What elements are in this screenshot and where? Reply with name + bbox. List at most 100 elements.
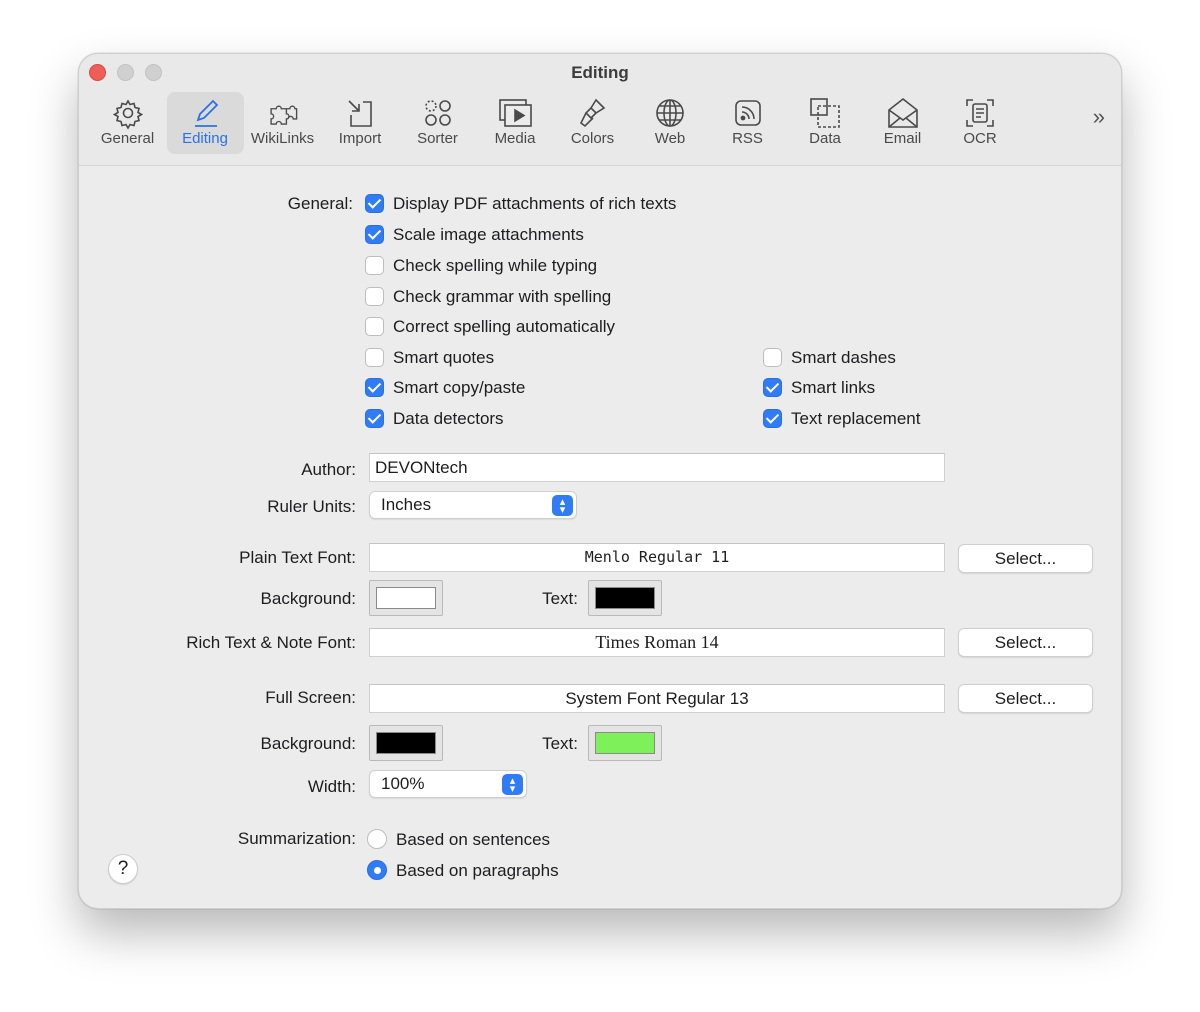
data-detectors-checkbox[interactable]: [365, 409, 384, 428]
smart-quotes-checkbox[interactable]: [365, 348, 384, 367]
tab-label: Colors: [570, 130, 615, 147]
scale-image-attachments-checkbox[interactable]: [365, 225, 384, 244]
text-replacement-checkbox[interactable]: [763, 409, 782, 428]
tab-wikilinks[interactable]: WikiLinks: [244, 92, 321, 154]
color-swatch: [376, 587, 436, 609]
plain-text-font-field: Menlo Regular 11: [369, 543, 945, 572]
checkbox-label: Smart dashes: [791, 348, 896, 367]
full-screen-background-label: Background:: [260, 734, 356, 753]
color-swatch: [595, 732, 655, 754]
width-value: 100%: [381, 774, 425, 793]
ruler-units-label: Ruler Units:: [267, 497, 356, 516]
tab-label: General: [100, 130, 155, 147]
rich-text-font-field: Times Roman 14: [369, 628, 945, 657]
full-screen-font-label: Full Screen:: [265, 688, 356, 707]
tab-label: WikiLinks: [250, 130, 315, 147]
check-grammar-checkbox[interactable]: [365, 287, 384, 306]
rich-text-font-select-button[interactable]: Select...: [958, 628, 1093, 657]
tab-label: Web: [654, 130, 686, 147]
based-on-paragraphs-radio[interactable]: [367, 860, 387, 880]
preferences-window: Editing General Editing WikiLinks Import…: [78, 53, 1122, 909]
checkbox-label: Check spelling while typing: [393, 256, 598, 275]
window-title: Editing: [571, 63, 629, 82]
toolbar-overflow-button[interactable]: »: [1093, 104, 1105, 130]
smart-copy-paste-checkbox[interactable]: [365, 378, 384, 397]
help-button[interactable]: ?: [108, 854, 138, 884]
full-screen-font-field: System Font Regular 13: [369, 684, 945, 713]
rich-text-font-label: Rich Text & Note Font:: [186, 633, 356, 652]
tab-sorter[interactable]: Sorter: [399, 92, 476, 154]
tab-media[interactable]: Media: [477, 92, 554, 154]
pen-icon: [195, 99, 219, 127]
width-popup[interactable]: 100% ▴ ▾: [369, 770, 527, 798]
checkbox-label: Scale image attachments: [393, 225, 584, 244]
tab-data[interactable]: Data: [787, 92, 864, 154]
chevron-updown-icon: ▴ ▾: [502, 774, 523, 795]
tab-label: Media: [494, 130, 536, 147]
puzzle-icon: [269, 105, 297, 125]
tab-web[interactable]: Web: [632, 92, 709, 154]
color-swatch: [376, 732, 436, 754]
plain-background-color-well[interactable]: [369, 580, 443, 616]
check-spelling-checkbox[interactable]: [365, 256, 384, 275]
summarization-label: Summarization:: [237, 829, 356, 848]
full-screen-text-color-well[interactable]: [588, 725, 662, 761]
width-label: Width:: [307, 777, 356, 796]
ruler-units-value: Inches: [381, 495, 432, 514]
plain-background-label: Background:: [260, 589, 356, 608]
brush-icon: [579, 98, 605, 128]
plain-text-color-label: Text:: [542, 589, 578, 608]
full-screen-background-color-well[interactable]: [369, 725, 443, 761]
envelope-icon: [887, 97, 918, 128]
smart-links-checkbox[interactable]: [763, 378, 782, 397]
gear-icon: [112, 99, 143, 130]
ocr-icon: [966, 99, 994, 127]
tab-label: Sorter: [417, 130, 458, 147]
tab-ocr[interactable]: OCR: [942, 92, 1019, 154]
checkbox-label: Text replacement: [791, 409, 921, 428]
full-screen-font-select-button[interactable]: Select...: [958, 684, 1093, 713]
tab-editing[interactable]: Editing: [166, 92, 244, 154]
checkbox-label: Smart quotes: [393, 348, 495, 367]
plain-text-font-label: Plain Text Font:: [239, 548, 356, 567]
checkbox-label: Data detectors: [393, 409, 504, 428]
checkbox-label: Display PDF attachments of rich texts: [393, 194, 677, 213]
radio-label: Based on paragraphs: [396, 861, 559, 880]
plain-text-font-select-button[interactable]: Select...: [958, 544, 1093, 573]
based-on-sentences-radio[interactable]: [367, 829, 387, 849]
tab-import[interactable]: Import: [322, 92, 399, 154]
sorter-icon: [424, 100, 451, 126]
tab-email[interactable]: Email: [864, 92, 941, 154]
preferences-toolbar: General Editing WikiLinks Import Sorter …: [89, 92, 1019, 156]
tab-label: Import: [338, 130, 382, 147]
tab-label: Email: [883, 130, 922, 147]
plain-text-color-well[interactable]: [588, 580, 662, 616]
checkbox-label: Check grammar with spelling: [393, 287, 612, 306]
chevron-updown-icon: ▴ ▾: [552, 495, 573, 516]
data-icon: [810, 98, 840, 128]
tab-colors[interactable]: Colors: [554, 92, 631, 154]
general-label: General:: [287, 194, 353, 213]
color-swatch: [595, 587, 655, 609]
smart-dashes-checkbox[interactable]: [763, 348, 782, 367]
media-icon: [499, 99, 532, 127]
titlebar: Editing General Editing WikiLinks Import…: [79, 54, 1121, 166]
author-field[interactable]: DEVONtech: [369, 453, 945, 482]
correct-spelling-checkbox[interactable]: [365, 317, 384, 336]
tab-label: Data: [809, 130, 841, 147]
checkbox-label: Smart copy/paste: [393, 378, 526, 397]
rss-icon: [734, 100, 761, 126]
author-label: Author:: [301, 460, 356, 479]
ruler-units-popup[interactable]: Inches ▴ ▾: [369, 491, 577, 519]
tab-rss[interactable]: RSS: [709, 92, 786, 154]
radio-label: Based on sentences: [396, 830, 551, 849]
full-screen-text-color-label: Text:: [542, 734, 578, 753]
import-icon: [348, 100, 372, 127]
tab-general[interactable]: General: [89, 92, 166, 154]
display-pdf-attachments-checkbox[interactable]: [365, 194, 384, 213]
tab-label: OCR: [963, 130, 997, 147]
checkbox-label: Smart links: [791, 378, 876, 397]
globe-icon: [656, 99, 684, 127]
tab-label: RSS: [732, 130, 763, 147]
checkbox-label: Correct spelling automatically: [393, 317, 616, 336]
